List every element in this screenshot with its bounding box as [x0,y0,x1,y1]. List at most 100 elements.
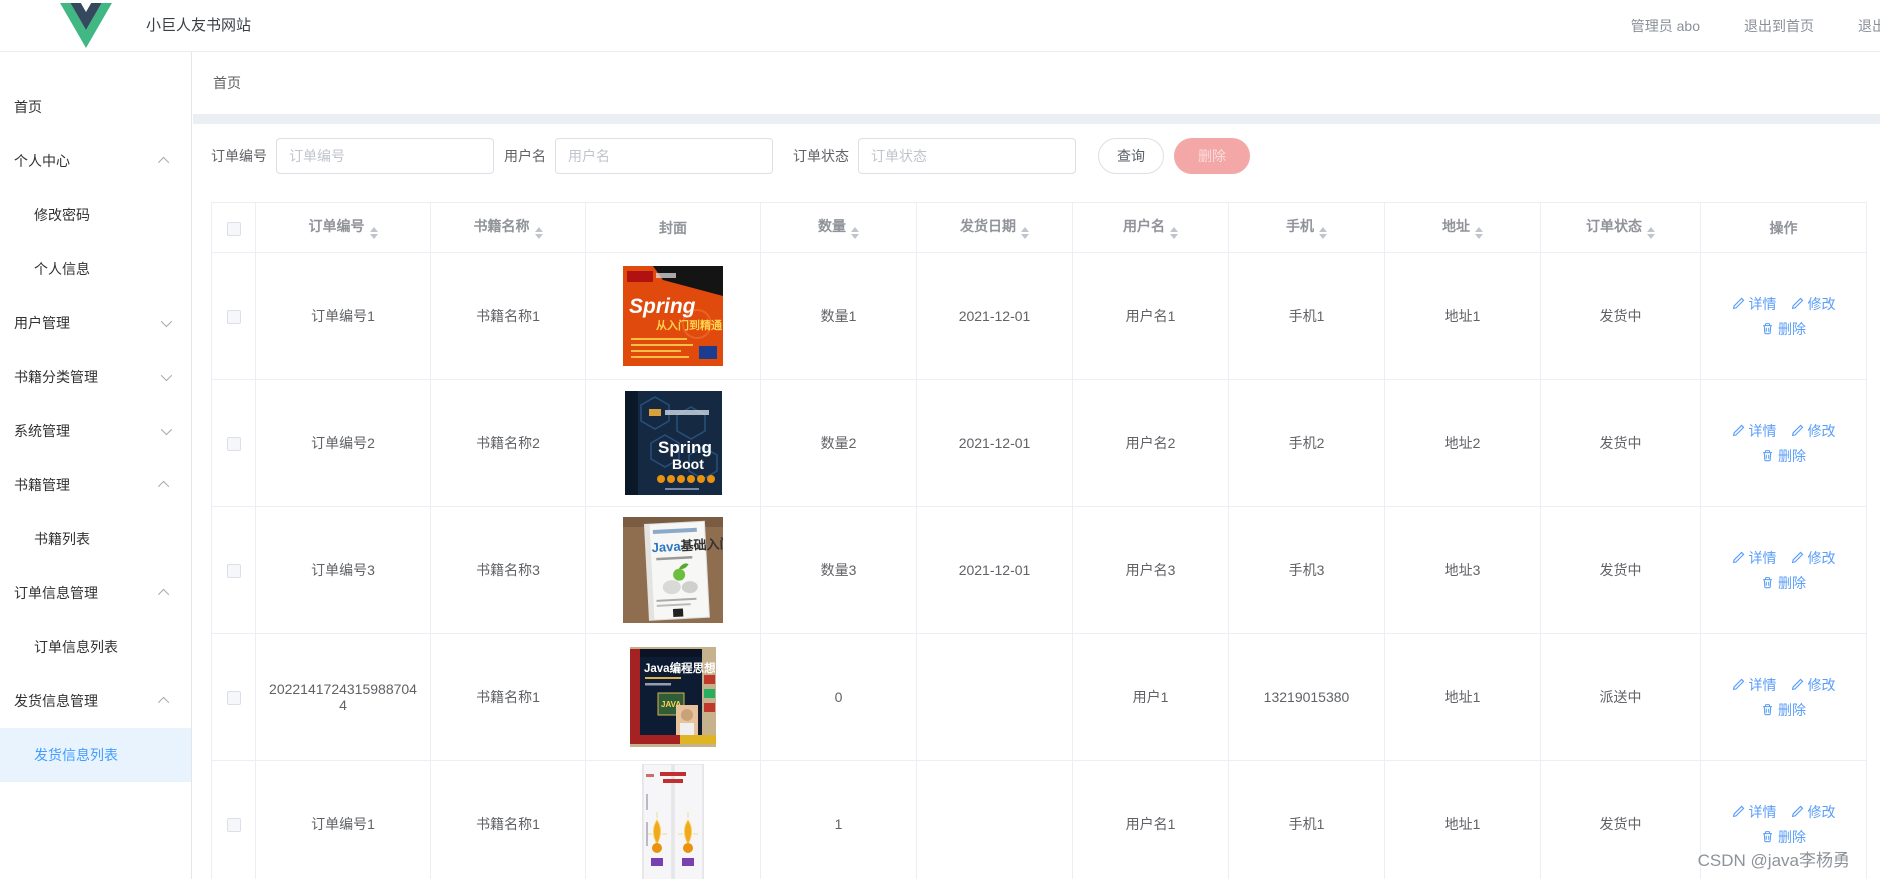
column-header-book_name[interactable]: 书籍名称 [431,203,586,253]
detail-link[interactable]: 详情 [1732,421,1777,441]
query-button[interactable]: 查询 [1098,138,1164,174]
sidebar-item-shipping-info-list[interactable]: 发货信息列表 [0,728,191,782]
detail-link[interactable]: 详情 [1732,802,1777,822]
delete-link[interactable]: 删除 [1761,573,1806,593]
shipping-info-table: 订单编号书籍名称封面数量发货日期用户名手机地址订单状态操作 订单编号1书籍名称1… [211,202,1867,879]
svg-text:从入门到精通: 从入门到精通 [656,318,722,332]
sidebar: 首页个人中心修改密码个人信息用户管理书籍分类管理系统管理书籍管理书籍列表订单信息… [0,52,192,879]
edit-link[interactable]: 修改 [1791,675,1836,695]
sidebar-item-personal-center[interactable]: 个人中心 [0,134,191,188]
breadcrumb-home[interactable]: 首页 [213,73,241,93]
cover-cell: Spring从入门到精通 [586,253,761,380]
column-header-label: 地址 [1442,218,1470,234]
sidebar-item-order-info-list[interactable]: 订单信息列表 [0,620,191,674]
username-label: 用户名 [504,146,546,166]
sort-caret-icon[interactable] [1170,227,1178,239]
delete-button[interactable]: 删除 [1174,138,1250,174]
sidebar-item-home[interactable]: 首页 [0,80,191,134]
sort-caret-icon[interactable] [1021,227,1029,239]
edit-link[interactable]: 修改 [1791,294,1836,314]
detail-link[interactable]: 详情 [1732,294,1777,314]
delete-link[interactable]: 删除 [1761,700,1806,720]
address-cell: 地址1 [1385,761,1541,879]
column-header-address[interactable]: 地址 [1385,203,1541,253]
column-header-quantity[interactable]: 数量 [761,203,917,253]
sort-caret-icon[interactable] [1647,227,1655,239]
sidebar-item-book-category-management[interactable]: 书籍分类管理 [0,350,191,404]
sidebar-item-system-management[interactable]: 系统管理 [0,404,191,458]
sort-caret-icon[interactable] [1475,227,1483,239]
order-status-input[interactable] [858,138,1076,174]
column-header-status[interactable]: 订单状态 [1541,203,1701,253]
quantity-cell: 数量2 [761,380,917,507]
sidebar-item-label: 书籍列表 [34,529,90,549]
quantity-value: 数量3 [821,562,857,578]
edit-icon [1732,678,1745,691]
sort-caret-icon[interactable] [851,227,859,239]
phone-value: 手机3 [1289,562,1325,578]
order-status-value: 发货中 [1600,562,1642,578]
sort-caret-icon[interactable] [535,227,543,239]
sidebar-item-book-list[interactable]: 书籍列表 [0,512,191,566]
row-select-cell [212,507,256,634]
username-cell: 用户名2 [1073,380,1229,507]
column-header-username[interactable]: 用户名 [1073,203,1229,253]
address-cell: 地址1 [1385,253,1541,380]
delete-link[interactable]: 删除 [1761,827,1806,847]
delete-link[interactable]: 删除 [1761,446,1806,466]
delete-icon [1761,322,1774,335]
column-header-ops: 操作 [1701,203,1867,253]
sidebar-item-book-management[interactable]: 书籍管理 [0,458,191,512]
row-checkbox[interactable] [227,437,241,451]
sidebar-item-change-password[interactable]: 修改密码 [0,188,191,242]
header-user-link[interactable]: 管理员 abo [1631,16,1700,36]
edit-icon [1791,551,1804,564]
delete-link[interactable]: 删除 [1761,319,1806,339]
sidebar-item-personal-info[interactable]: 个人信息 [0,242,191,296]
cover-cell: Java编程思想JAVA [586,634,761,761]
delete-icon [1761,449,1774,462]
status-cell: 发货中 [1541,507,1701,634]
username-input[interactable] [555,138,773,174]
column-header-order_no[interactable]: 订单编号 [256,203,431,253]
sidebar-item-user-management[interactable]: 用户管理 [0,296,191,350]
order-no-input[interactable] [276,138,494,174]
sidebar-item-order-info-management[interactable]: 订单信息管理 [0,566,191,620]
row-checkbox[interactable] [227,564,241,578]
book-cover-image: SpringBoot [596,391,750,495]
order-no-cell: 订单编号3 [256,507,431,634]
quantity-cell: 数量3 [761,507,917,634]
column-header-phone[interactable]: 手机 [1229,203,1385,253]
chevron-up-icon [158,697,169,708]
row-checkbox[interactable] [227,691,241,705]
edit-link[interactable]: 修改 [1791,802,1836,822]
chevron-up-icon [158,481,169,492]
username-value: 用户名3 [1126,562,1176,578]
detail-link[interactable]: 详情 [1732,675,1777,695]
column-header-label: 书籍名称 [474,218,530,234]
edit-link[interactable]: 修改 [1791,548,1836,568]
address-value: 地址1 [1445,816,1481,832]
book-cover-image: Spring从入门到精通 [596,266,750,366]
row-checkbox[interactable] [227,310,241,324]
sidebar-item-label: 发货信息管理 [14,691,98,711]
column-header-label: 订单状态 [1586,218,1642,234]
edit-icon [1791,424,1804,437]
order-status-value: 发货中 [1600,816,1642,832]
column-header-ship_date[interactable]: 发货日期 [917,203,1073,253]
detail-link[interactable]: 详情 [1732,548,1777,568]
edit-link[interactable]: 修改 [1791,421,1836,441]
sidebar-item-shipping-info-management[interactable]: 发货信息管理 [0,674,191,728]
header-exit-home-link[interactable]: 退出到首页 [1744,16,1814,36]
header-logout-link[interactable]: 退出登录 [1858,16,1880,36]
ship-date-cell [917,761,1073,879]
sort-caret-icon[interactable] [370,227,378,239]
row-checkbox[interactable] [227,818,241,832]
sort-caret-icon[interactable] [1319,227,1327,239]
table-row: 订单编号1书籍名称11用户名1手机1地址1发货中详情修改删除 [212,761,1867,879]
book-name-cell: 书籍名称1 [431,634,586,761]
address-cell: 地址2 [1385,380,1541,507]
column-header-label: 数量 [818,218,846,234]
order-no-value: 订单编号1 [311,308,375,324]
select-all-checkbox[interactable] [227,222,241,236]
